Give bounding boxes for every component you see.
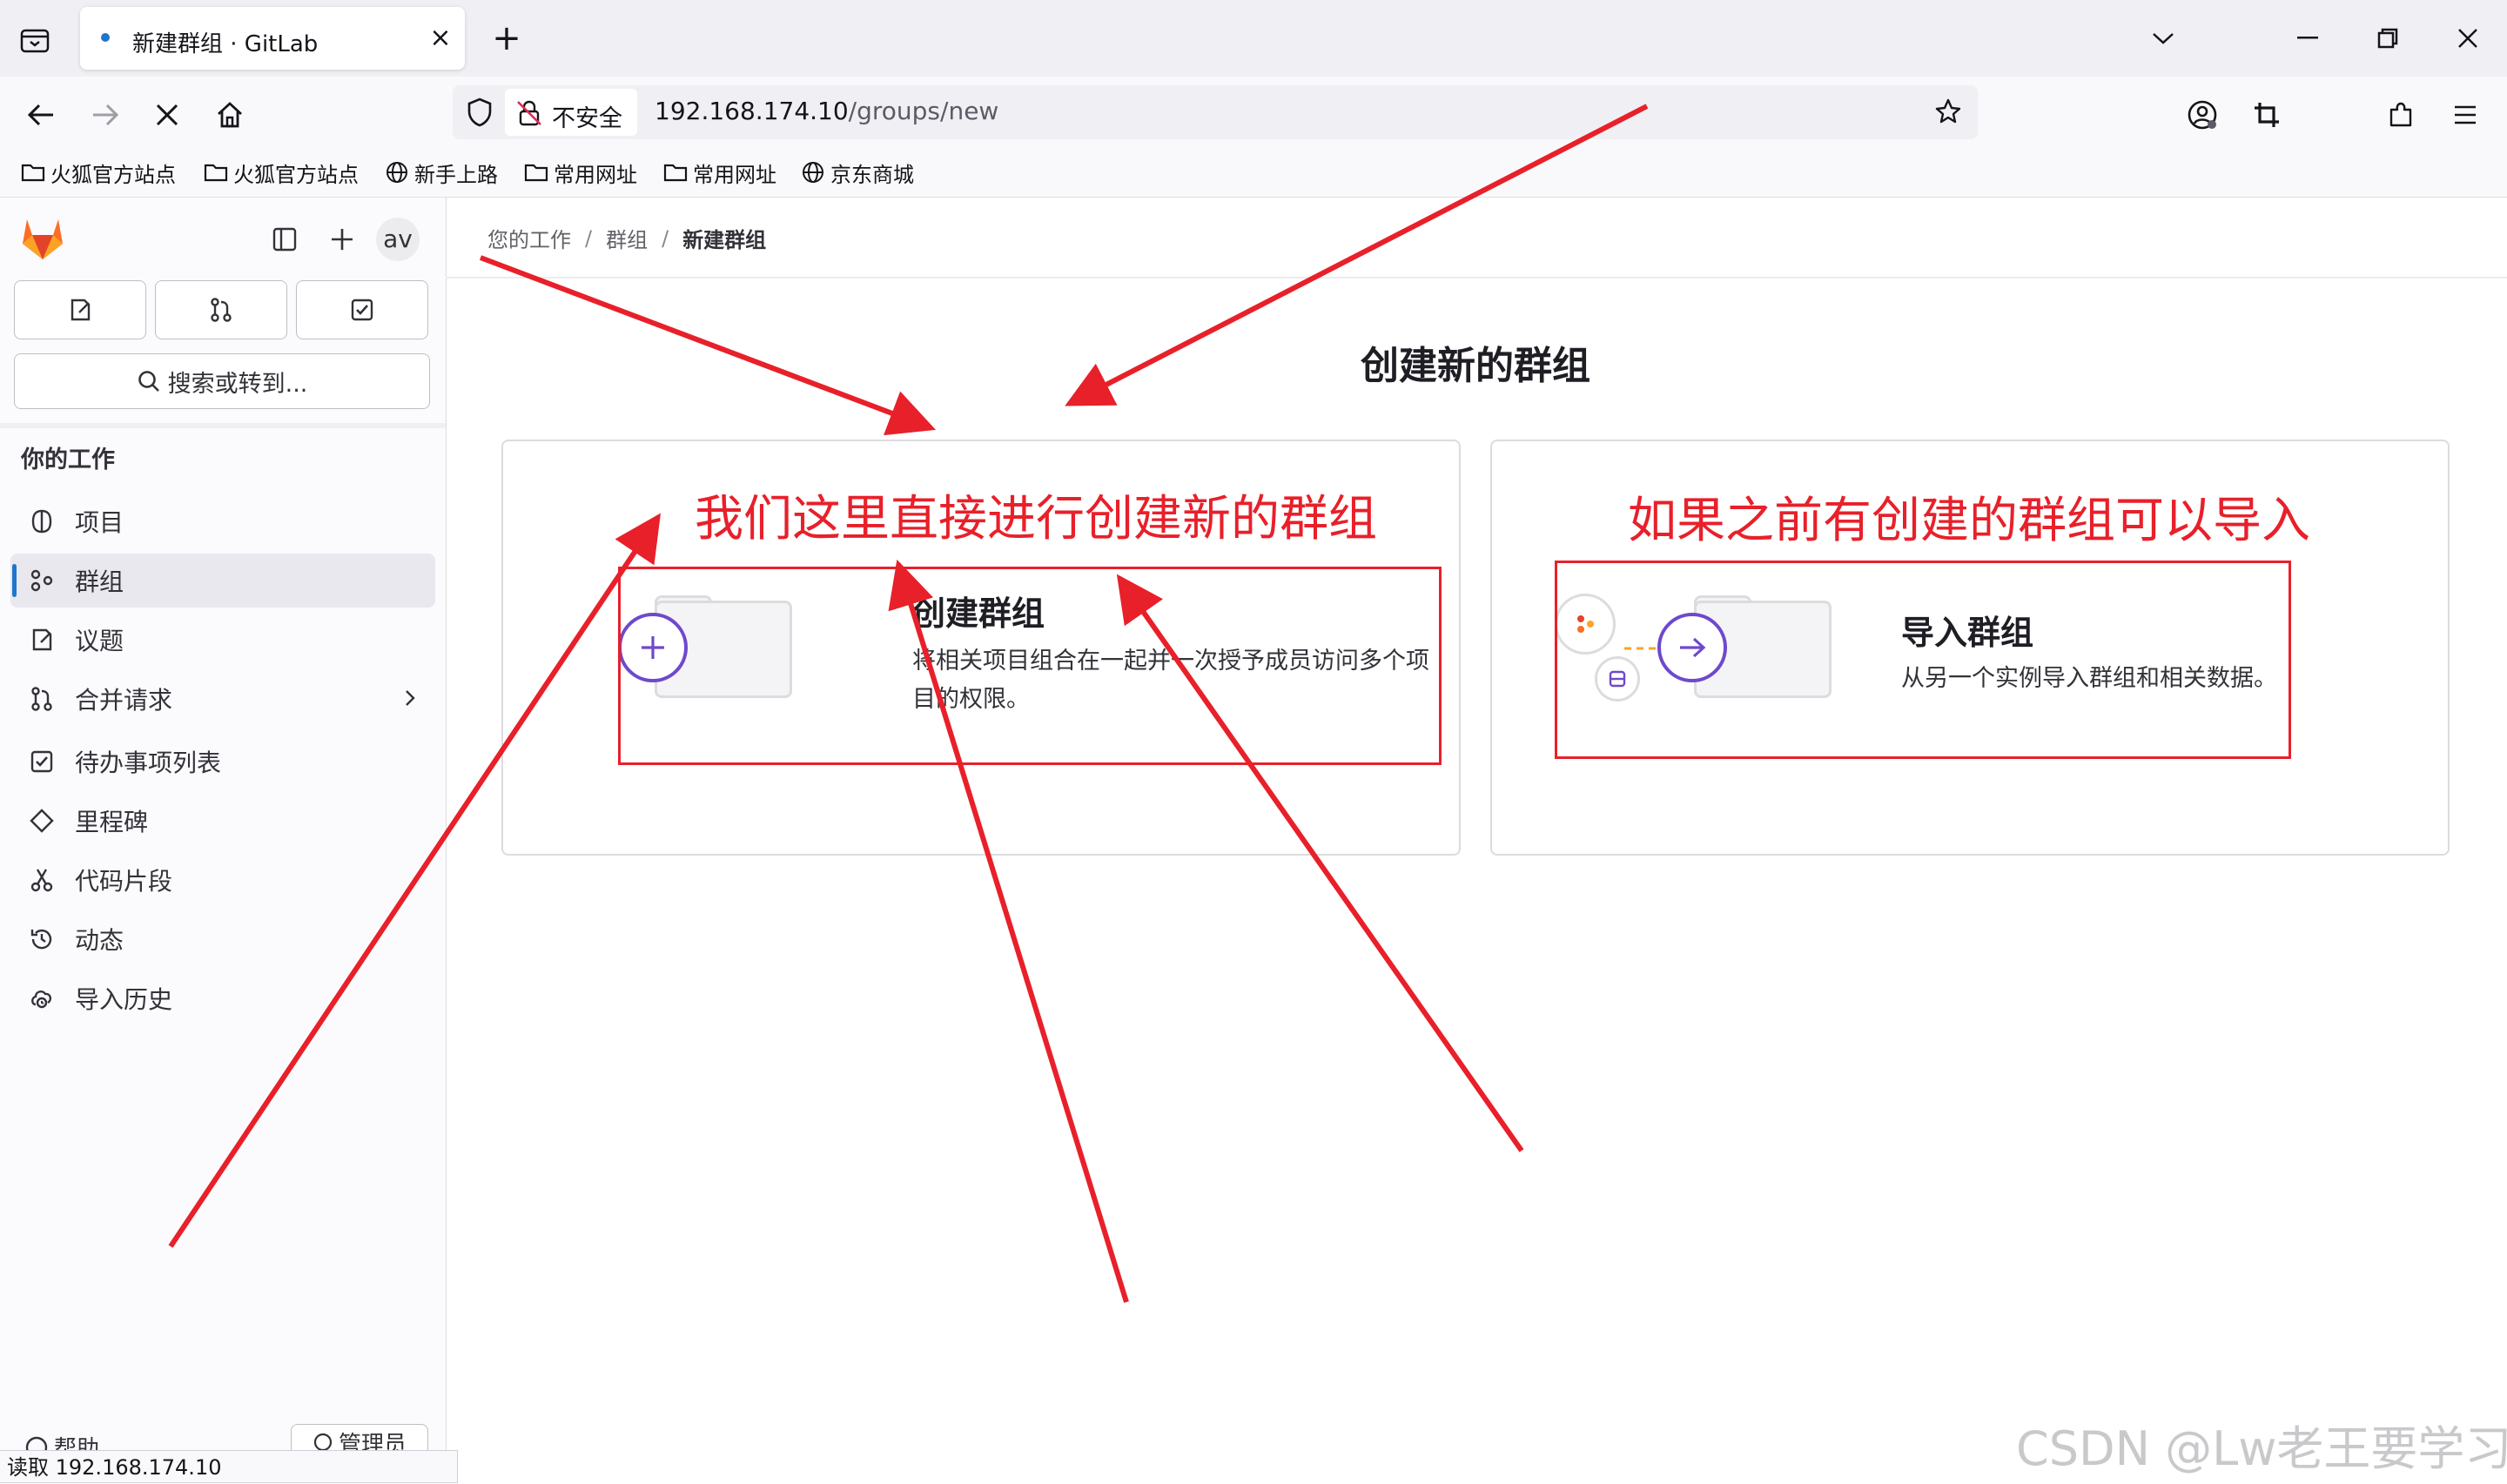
folder-icon (663, 164, 688, 182)
tracking-protection-shield-icon[interactable] (461, 94, 498, 131)
snippet-icon (24, 863, 59, 897)
merge-requests-icon[interactable] (155, 280, 287, 339)
folder-icon (21, 164, 45, 182)
browser-status-bar: 读取 192.168.174.10 (0, 1450, 458, 1483)
folder-icon (524, 164, 548, 182)
bookmark-item[interactable]: 常用网址 (524, 157, 637, 188)
breadcrumb-groups[interactable]: 群组 (606, 223, 648, 253)
globe-icon (386, 162, 407, 183)
bookmark-item[interactable]: 京东商城 (801, 157, 914, 188)
folder-icon (204, 164, 228, 182)
insecure-label: 不安全 (552, 105, 622, 132)
screenshot-crop-icon[interactable] (2242, 91, 2291, 139)
bookmark-item[interactable]: 新手上路 (385, 157, 498, 188)
sidebar-toggle-icon[interactable] (263, 218, 306, 261)
site-insecure-indicator[interactable]: 不安全 (505, 89, 637, 136)
gitlab-favicon-icon (101, 33, 110, 42)
bookmark-item[interactable]: 火狐官方站点 (21, 157, 176, 188)
annotation-box-import (1555, 561, 2291, 759)
group-icon (24, 563, 59, 598)
sidebar-section-heading: 你的工作 (21, 447, 115, 473)
annotation-text-create: 我们这里直接进行创建新的群组 (695, 491, 1377, 547)
history-icon (24, 922, 59, 957)
sidebar-item-issues[interactable]: 议题 (10, 613, 435, 667)
extensions-puzzle-icon[interactable] (2376, 91, 2425, 139)
sidebar-item-snippets[interactable]: 代码片段 (10, 853, 435, 907)
bookmarks-toolbar (0, 150, 2507, 198)
globe-icon (803, 162, 823, 183)
sidebar-item-milestones[interactable]: 里程碑 (10, 794, 435, 848)
bookmark-item[interactable]: 常用网址 (663, 157, 776, 188)
assigned-issues-icon[interactable] (14, 280, 146, 339)
active-tab[interactable]: 新建群组 · GitLab × (80, 7, 465, 70)
chevron-right-icon (406, 690, 415, 706)
tab-list-icon[interactable] (16, 21, 54, 59)
sidebar-item-groups[interactable]: 群组 (10, 554, 435, 608)
minimize-window-icon[interactable] (2286, 19, 2329, 57)
breadcrumb: 您的工作 / 群组 / 新建群组 (487, 223, 766, 253)
forward-arrow-icon[interactable] (80, 91, 129, 139)
merge-request-icon (24, 682, 59, 716)
search-or-goto-button[interactable]: 搜索或转到... (14, 353, 430, 409)
back-arrow-icon[interactable] (17, 91, 66, 139)
close-window-icon[interactable] (2446, 19, 2490, 57)
restore-window-icon[interactable] (2366, 19, 2410, 57)
search-icon (138, 371, 159, 392)
annotation-arrow (479, 255, 937, 436)
sidebar-item-todo-list[interactable]: 待办事项列表 (10, 735, 435, 789)
sidebar-item-activity[interactable]: 动态 (10, 912, 435, 966)
insecure-lock-icon (517, 100, 541, 126)
breadcrumb-your-work[interactable]: 您的工作 (487, 223, 571, 253)
account-icon[interactable] (2178, 91, 2227, 139)
menu-hamburger-icon[interactable] (2441, 91, 2490, 139)
annotation-box-create (618, 567, 1442, 765)
todo-icon (24, 744, 59, 779)
url-text[interactable]: 192.168.174.10/groups/new (655, 97, 998, 125)
sidebar-divider (0, 423, 446, 428)
import-history-icon (24, 981, 59, 1016)
stop-loading-icon[interactable] (143, 91, 192, 139)
user-avatar[interactable]: av (376, 218, 420, 261)
bookmark-star-icon[interactable] (1929, 92, 1967, 131)
tab-close-icon[interactable]: × (425, 23, 456, 54)
watermark: CSDN @Lw老王要学习 (2016, 1421, 2507, 1476)
annotation-text-import: 如果之前有创建的群组可以导入 (1628, 493, 2310, 549)
tab-overflow-chevron-icon[interactable] (2141, 19, 2185, 57)
home-icon[interactable] (205, 91, 254, 139)
sidebar-item-projects[interactable]: 项目 (10, 494, 435, 548)
milestone-icon (24, 803, 59, 838)
gitlab-logo-icon[interactable] (19, 216, 66, 261)
sidebar-item-merge-requests[interactable]: 合并请求 (10, 672, 435, 726)
project-icon (24, 504, 59, 539)
todo-checkbox-icon[interactable] (296, 280, 428, 339)
new-tab-button[interactable]: + (487, 21, 526, 59)
page-title: 创建新的群组 (1361, 344, 1590, 388)
breadcrumb-divider (446, 277, 2507, 279)
tab-title: 新建群组 · GitLab (132, 31, 319, 57)
breadcrumb-new-group[interactable]: 新建群组 (682, 223, 766, 253)
sidebar-item-import-history[interactable]: 导入历史 (10, 971, 435, 1025)
issues-icon (24, 622, 59, 657)
create-new-plus-icon[interactable] (320, 218, 364, 261)
bookmark-item[interactable]: 火狐官方站点 (204, 157, 359, 188)
